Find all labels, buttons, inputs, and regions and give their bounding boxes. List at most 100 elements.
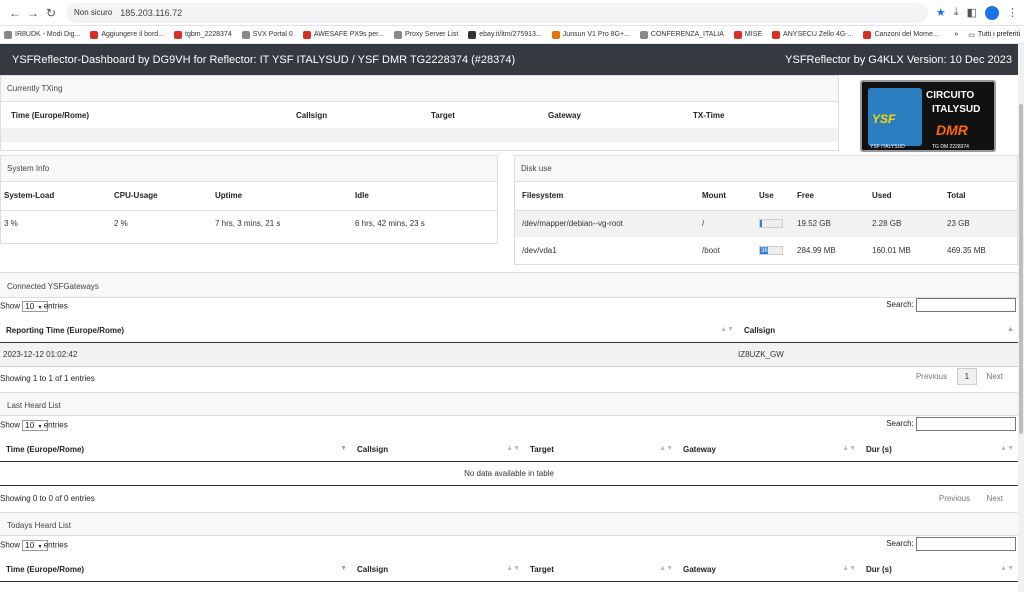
bookmark[interactable]: MISE bbox=[733, 30, 762, 39]
not-secure-label: Non sicuro bbox=[74, 8, 113, 17]
usage-bar: 36 bbox=[759, 246, 783, 256]
todays-heard-table: Time (Europe/Rome) ▼ Callsign ▲▼ Target ▲▼ … bbox=[0, 559, 1018, 582]
use-cell: 36 bbox=[759, 237, 797, 264]
gateways-controls: Show 10 ▾ entries Search: bbox=[0, 298, 1018, 318]
free-cell: 284.99 MB bbox=[797, 246, 836, 255]
currently-txing-panel: Currently TXing Time (Europe/Rome) Calls… bbox=[0, 75, 839, 151]
bookmark[interactable]: ANYSECU Zello 4G-... bbox=[772, 30, 853, 39]
column-header[interactable]: Target ▲▼ bbox=[524, 439, 677, 461]
filesystem-cell: /dev/mapper/debian--vg-root bbox=[522, 219, 623, 229]
address-bar[interactable]: Non sicuro 185.203.116.72 bbox=[66, 2, 928, 23]
column-header[interactable]: Time (Europe/Rome) ▼ bbox=[0, 559, 351, 581]
column-header: Idle bbox=[355, 191, 369, 201]
disk-use-table: Filesystem Mount Use Free Used Total /de… bbox=[515, 182, 1017, 264]
table-info: Showing 0 to 0 of 0 entries bbox=[0, 494, 95, 503]
menu-icon[interactable]: ⋮ bbox=[1007, 6, 1018, 20]
sort-icon: ▲▼ bbox=[720, 326, 734, 334]
sidepanel-icon[interactable]: ◧ bbox=[967, 6, 977, 20]
last-heard-footer: Showing 0 to 0 of 0 entries Previous Nex… bbox=[0, 487, 1018, 511]
bookmark-icon bbox=[302, 30, 311, 39]
last-heard-header: Last Heard List bbox=[0, 392, 1018, 416]
bookmark-icon bbox=[393, 30, 402, 39]
system-info-panel: System Info System-Load CPU-Usage Uptime… bbox=[0, 155, 498, 244]
panel-header: System Info bbox=[1, 156, 497, 182]
empty-row bbox=[1, 128, 838, 142]
bookmark-icon bbox=[551, 30, 560, 39]
scrollbar-thumb[interactable] bbox=[1019, 104, 1023, 434]
column-header[interactable]: Callsign ▲ bbox=[738, 320, 1018, 342]
page-scrollbar[interactable] bbox=[1018, 44, 1024, 592]
bookmark[interactable]: IR8UDK - Modi Dig... bbox=[4, 30, 80, 39]
bookmark[interactable]: Junsun V1 Pro 8G+... bbox=[551, 30, 630, 39]
column-header[interactable]: Target bbox=[431, 102, 548, 128]
profile-avatar[interactable] bbox=[985, 5, 999, 20]
mount-cell: /boot bbox=[702, 246, 720, 255]
column-header[interactable]: TX-Time bbox=[693, 102, 838, 128]
column-header: Use bbox=[759, 191, 774, 201]
column-header: Uptime bbox=[215, 191, 243, 201]
column-header[interactable]: Gateway ▲▼ bbox=[677, 439, 860, 461]
panel-header: Currently TXing bbox=[1, 76, 838, 102]
more-bookmarks-icon[interactable]: » bbox=[954, 31, 958, 38]
bookmark[interactable]: CONFERENZA_ITALIA bbox=[639, 30, 724, 39]
previous-button[interactable]: Previous bbox=[932, 491, 977, 506]
bookmark[interactable]: AWESAFE PX9s per... bbox=[302, 30, 384, 39]
bookmark[interactable]: Canzoni del Mome... bbox=[863, 30, 939, 39]
column-header[interactable]: Callsign ▲▼ bbox=[351, 439, 524, 461]
table-info: Showing 1 to 1 of 1 entries bbox=[0, 374, 95, 383]
panel-title: System Info bbox=[7, 164, 50, 173]
bookmark[interactable]: Aggiungere il bord... bbox=[90, 30, 164, 39]
reload-icon[interactable]: ↻ bbox=[42, 4, 60, 22]
table-row: /dev/vda1 /boot 36 284.99 MB 160.01 MB 4… bbox=[515, 237, 1017, 264]
browser-toolbar: ← → ↻ Non sicuro 185.203.116.72 ★ ⤓ ◧ ⋮ bbox=[0, 0, 1024, 26]
panel-header: Disk use bbox=[515, 156, 1017, 182]
bookmark-star-icon[interactable]: ★ bbox=[936, 6, 946, 20]
bookmark-icon bbox=[4, 30, 12, 39]
search-input[interactable] bbox=[916, 537, 1016, 551]
all-bookmarks-link[interactable]: Tutti i preferiti bbox=[978, 31, 1020, 38]
column-header[interactable]: Callsign bbox=[296, 102, 431, 128]
column-header: Mount bbox=[702, 191, 726, 201]
panel-title: Disk use bbox=[521, 164, 552, 173]
free-cell: 19.52 GB bbox=[797, 219, 831, 229]
column-header[interactable]: Time (Europe/Rome) bbox=[1, 102, 296, 128]
column-header[interactable]: Dur (s) ▲▼ bbox=[860, 439, 1018, 461]
download-icon[interactable]: ⤓ bbox=[954, 6, 959, 20]
previous-button[interactable]: Previous bbox=[909, 369, 954, 384]
forward-icon[interactable]: → bbox=[24, 4, 42, 22]
gateways-footer: Showing 1 to 1 of 1 entries Previous 1 N… bbox=[0, 366, 1018, 390]
column-header[interactable]: Dur (s) ▲▼ bbox=[860, 559, 1018, 581]
next-button[interactable]: Next bbox=[980, 491, 1010, 506]
bookmark[interactable]: tgbm_2228374 bbox=[174, 30, 232, 39]
sort-icon: ▲▼ bbox=[842, 445, 856, 453]
page-1-button[interactable]: 1 bbox=[956, 368, 978, 385]
column-header[interactable]: Time (Europe/Rome) ▼ bbox=[0, 439, 351, 461]
sort-icon: ▲▼ bbox=[659, 445, 673, 453]
bookmark-icon bbox=[733, 30, 742, 39]
idle-value: 6 hrs, 42 mins, 23 s bbox=[355, 218, 425, 228]
callsign-cell: IZ8UZK_GW bbox=[738, 349, 784, 359]
column-header[interactable]: Gateway ▲▼ bbox=[677, 559, 860, 581]
column-header[interactable]: Gateway bbox=[548, 102, 693, 128]
bookmark-icon bbox=[241, 30, 250, 39]
bookmark[interactable]: SVX Portal 0 bbox=[241, 30, 293, 39]
search-input[interactable] bbox=[916, 298, 1016, 312]
column-header: System-Load bbox=[4, 191, 55, 201]
bookmark[interactable]: ebay.it/itm/275913... bbox=[468, 30, 542, 39]
column-header[interactable]: Target ▲▼ bbox=[524, 559, 677, 581]
used-cell: 2.28 GB bbox=[872, 219, 902, 229]
sort-icon: ▼ bbox=[340, 445, 347, 453]
back-icon[interactable]: ← bbox=[6, 4, 24, 22]
sort-icon: ▼ bbox=[340, 565, 347, 573]
column-header[interactable]: Callsign ▲▼ bbox=[351, 559, 524, 581]
panel-title: Currently TXing bbox=[7, 84, 63, 93]
bookmark-icon bbox=[468, 30, 477, 39]
bookmarks-bar: IR8UDK - Modi Dig... Aggiungere il bord.… bbox=[0, 26, 1024, 44]
next-button[interactable]: Next bbox=[980, 369, 1010, 384]
column-header: Free bbox=[797, 191, 814, 201]
last-heard-table: Time (Europe/Rome) ▼ Callsign ▲▼ Target ▲▼ … bbox=[0, 439, 1018, 486]
search-input[interactable] bbox=[916, 417, 1016, 431]
column-header[interactable]: Reporting Time (Europe/Rome) ▲▼ bbox=[0, 320, 738, 342]
used-cell: 160.01 MB bbox=[872, 246, 911, 255]
bookmark[interactable]: Proxy Server List bbox=[393, 30, 458, 39]
